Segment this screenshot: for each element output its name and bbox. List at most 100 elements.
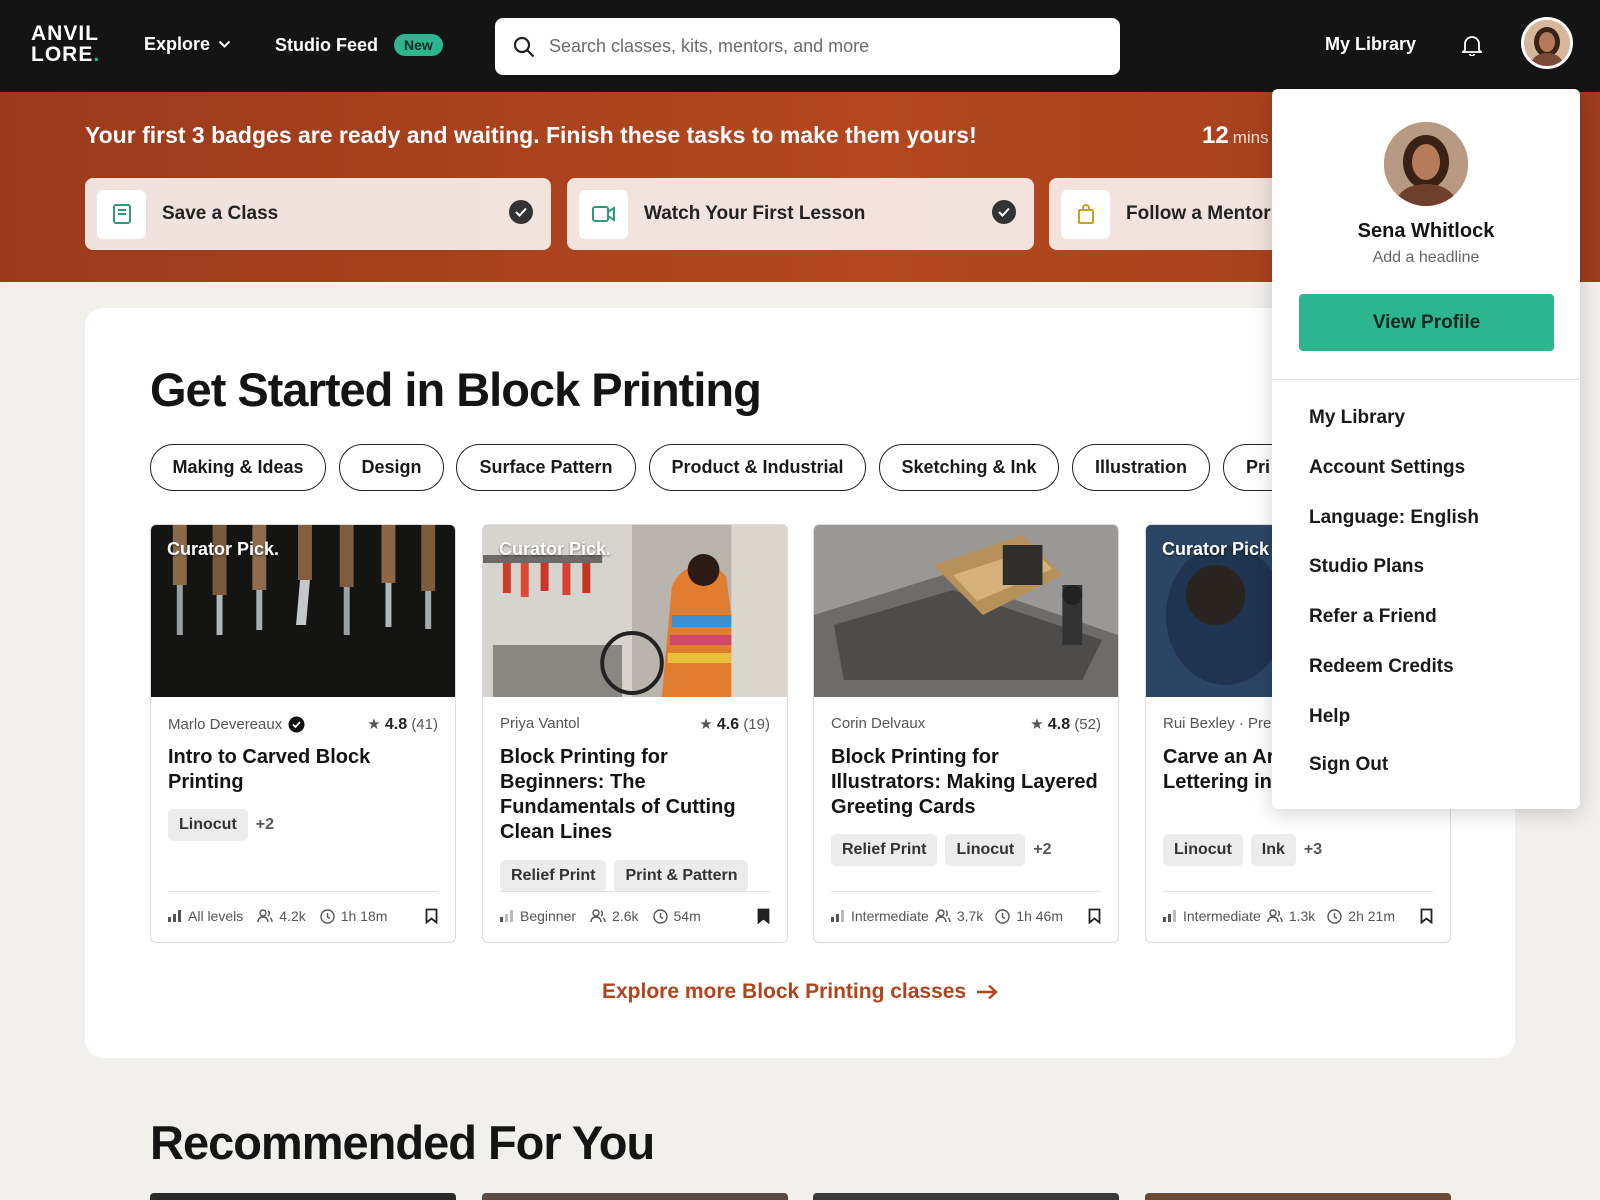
tag[interactable]: Linocut [168, 809, 248, 841]
shopping-bag-icon [1061, 189, 1110, 239]
chip-illustration[interactable]: Illustration [1072, 444, 1210, 491]
students: 2.6k [612, 908, 639, 924]
author-name[interactable]: Rui Bexley · Pre [1163, 715, 1271, 732]
author-name[interactable]: Priya Vantol [500, 715, 580, 734]
recommended-card-edge[interactable] [1145, 1193, 1451, 1200]
duration: 1h 46m [1016, 908, 1063, 924]
card-footer: Intermediate 3.7k 1h 46m [831, 891, 1101, 924]
add-headline-link[interactable]: Add a headline [1272, 249, 1580, 267]
bookmark-icon[interactable] [425, 908, 438, 924]
tag[interactable]: Print & Pattern [614, 860, 749, 892]
explore-label: Explore [144, 34, 211, 54]
students: 4.2k [279, 908, 306, 924]
level-bars-icon [500, 910, 513, 922]
task-label: Save a Class [162, 203, 279, 224]
menu-item-redeem-credits[interactable]: Redeem Credits [1309, 656, 1454, 678]
class-card[interactable]: Curator Pick. Marlo Devereaux ★ 4.8 (41)… [150, 524, 456, 943]
level: Intermediate [1183, 908, 1261, 924]
check-icon [992, 200, 1016, 224]
class-title[interactable]: Intro to Carved Block Printing [168, 745, 438, 795]
search-bar[interactable] [495, 18, 1120, 75]
timer-value: 12 [1202, 122, 1229, 149]
clock-icon [320, 908, 335, 924]
tag-more[interactable]: +2 [256, 816, 274, 834]
tag-list: Relief Print Print & Pattern [500, 860, 770, 892]
section-title: Get Started in Block Printing [150, 363, 762, 416]
bell-icon[interactable] [1460, 34, 1484, 61]
curator-pick-label: Curator Pick [1162, 539, 1270, 559]
check-icon [509, 200, 533, 224]
card-footer: All levels 4.2k 1h 18m [168, 891, 438, 924]
tag[interactable]: Linocut [1163, 834, 1243, 866]
tag[interactable]: Relief Print [500, 860, 607, 892]
level-bars-icon [168, 910, 181, 922]
menu-item-help[interactable]: Help [1309, 706, 1350, 728]
bookmark-page-icon [97, 189, 146, 239]
menu-item-studio-plans[interactable]: Studio Plans [1309, 556, 1424, 578]
chip-sketching-ink[interactable]: Sketching & Ink [879, 444, 1059, 491]
menu-avatar[interactable] [1384, 122, 1468, 206]
menu-item-my-library[interactable]: My Library [1309, 407, 1405, 429]
card-meta: Priya Vantol ★ 4.6 (19) [500, 715, 770, 734]
recommended-title: Recommended For You [150, 1116, 655, 1169]
avatar[interactable] [1521, 17, 1573, 69]
author-name[interactable]: Corin Delvaux [831, 715, 925, 734]
bookmark-icon[interactable] [1420, 908, 1433, 924]
level: Beginner [520, 908, 577, 924]
logo[interactable]: ANVIL LORE. [31, 23, 100, 65]
author-name[interactable]: Marlo Devereaux [168, 716, 282, 733]
bookmark-icon[interactable] [1088, 908, 1101, 924]
recommended-card-edge[interactable] [150, 1193, 456, 1200]
chip-surface-pattern[interactable]: Surface Pattern [456, 444, 636, 491]
tag[interactable]: Linocut [945, 834, 1026, 866]
recommended-card-edge[interactable] [482, 1193, 788, 1200]
clock-icon [652, 908, 668, 924]
class-card[interactable]: Corin Delvaux ★ 4.8 (52) Block Printing … [813, 524, 1119, 943]
task-watch-lesson[interactable]: Watch Your First Lesson [567, 178, 1034, 250]
menu-item-refer-friend[interactable]: Refer a Friend [1309, 606, 1437, 628]
logo-line2: LORE [31, 43, 94, 66]
clock-icon [1327, 908, 1342, 924]
studio-feed-label: Studio Feed [275, 34, 378, 55]
task-follow-mentor[interactable]: Follow a Mentor [1049, 178, 1289, 250]
menu-item-language[interactable]: Language: English [1309, 507, 1479, 529]
tag[interactable]: Ink [1250, 834, 1296, 866]
recommended-card-edge[interactable] [813, 1193, 1119, 1200]
class-card[interactable]: Curator Pick. Priya Vantol ★ 4.6 (19) Bl… [482, 524, 788, 943]
chip-making-ideas[interactable]: Making & Ideas [150, 444, 326, 491]
students-icon [935, 909, 951, 923]
explore-more-link[interactable]: Explore more Block Printing classes [602, 980, 998, 1004]
tag[interactable]: Relief Print [831, 834, 938, 866]
tag-more[interactable]: +3 [1304, 841, 1322, 859]
menu-item-sign-out[interactable]: Sign Out [1309, 754, 1388, 776]
top-nav: ANVIL LORE. Explore Studio Feed New My L… [0, 0, 1600, 92]
chip-design[interactable]: Design [339, 444, 444, 491]
rating: ★ 4.8 (41) [367, 716, 438, 733]
task-save-class[interactable]: Save a Class [85, 178, 551, 250]
timer-unit: mins [1232, 128, 1269, 147]
level: Intermediate [851, 908, 929, 924]
explore-menu[interactable]: Explore [144, 34, 231, 55]
bookmark-filled-icon[interactable] [757, 908, 770, 924]
menu-item-account-settings[interactable]: Account Settings [1309, 457, 1465, 479]
students-icon [1267, 909, 1283, 923]
class-thumbnail [814, 525, 1118, 697]
arrow-right-icon [977, 984, 998, 1000]
nav-my-library[interactable]: My Library [1325, 34, 1416, 55]
level-bars-icon [831, 910, 844, 922]
card-footer: Intermediate 1.3k 2h 21m [1163, 891, 1433, 924]
chip-product-industrial[interactable]: Product & Industrial [649, 444, 866, 491]
students: 1.3k [1288, 908, 1316, 924]
level: All levels [188, 908, 244, 924]
view-profile-button[interactable]: View Profile [1299, 294, 1554, 351]
card-meta: Corin Delvaux ★ 4.8 (52) [831, 715, 1101, 734]
students: 3.7k [956, 908, 984, 924]
tag-more[interactable]: +2 [1033, 841, 1051, 859]
curator-pick-label: Curator Pick. [499, 539, 612, 559]
search-input[interactable] [549, 36, 1089, 57]
class-title[interactable]: Block Printing for Beginners: The Fundam… [500, 745, 770, 845]
class-title[interactable]: Block Printing for Illustrators: Making … [831, 745, 1101, 820]
new-badge: New [394, 34, 443, 56]
studio-feed-link[interactable]: Studio Feed New [275, 34, 443, 56]
level-bars-icon [1163, 910, 1176, 922]
